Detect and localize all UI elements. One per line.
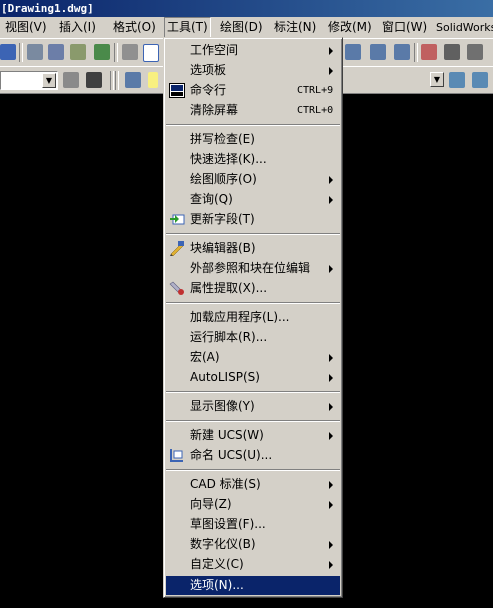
zoom-window-icon[interactable]	[370, 44, 386, 60]
update-fields-icon	[169, 212, 185, 227]
window-title: [Drawing1.dwg]	[1, 2, 94, 15]
menu-item-clean-screen[interactable]: 清除屏幕 CTRL+0	[166, 101, 340, 120]
menu-divider	[166, 302, 340, 304]
tool-palettes-icon[interactable]	[467, 44, 483, 60]
menu-solidworks[interactable]: SolidWorks	[434, 17, 493, 38]
submenu-arrow-icon	[329, 561, 333, 569]
submenu-arrow-icon	[329, 541, 333, 549]
toolbar-separator	[414, 43, 418, 62]
menu-item-draw-order[interactable]: 绘图顺序(O)	[166, 170, 340, 189]
design-center-icon[interactable]	[444, 44, 460, 60]
submenu-arrow-icon	[329, 176, 333, 184]
menu-item-load-application[interactable]: 加载应用程序(L)...	[166, 308, 340, 327]
menu-window[interactable]: 窗口(W)	[380, 17, 429, 38]
menu-item-cad-standards[interactable]: CAD 标准(S)	[166, 475, 340, 494]
menu-divider	[166, 233, 340, 235]
chevron-down-icon[interactable]: ▼	[42, 73, 56, 88]
layer-properties-icon[interactable]	[125, 72, 141, 88]
menu-draw[interactable]: 绘图(D)	[218, 17, 265, 38]
menu-modify[interactable]: 修改(M)	[326, 17, 374, 38]
menu-item-tablet[interactable]: 数字化仪(B)	[166, 535, 340, 554]
submenu-arrow-icon	[329, 481, 333, 489]
menu-divider	[166, 391, 340, 393]
submenu-arrow-icon	[329, 354, 333, 362]
menu-view[interactable]: 视图(V)	[3, 17, 49, 38]
tools-menu: 工作空间 选项板 命令行 CTRL+9 清除屏幕 CTRL+0 拼写检查(E) …	[163, 37, 343, 598]
layer-select[interactable]: ▼	[430, 71, 444, 90]
menu-item-named-ucs[interactable]: 命名 UCS(U)...	[166, 446, 340, 465]
menu-item-wizards[interactable]: 向导(Z)	[166, 495, 340, 514]
submenu-arrow-icon	[329, 432, 333, 440]
properties-icon[interactable]	[421, 44, 437, 60]
save-workspace-icon[interactable]	[86, 72, 102, 88]
menu-item-display-image[interactable]: 显示图像(Y)	[166, 397, 340, 416]
autocad-window: [Drawing1.dwg] 视图(V) 插入(I) 格式(O) 工具(T) 绘…	[0, 0, 493, 608]
menu-insert[interactable]: 插入(I)	[57, 17, 98, 38]
toolbar-separator	[114, 43, 118, 62]
menu-item-xref-block-edit[interactable]: 外部参照和块在位编辑	[166, 259, 340, 278]
copy-icon[interactable]	[143, 44, 159, 62]
layer-previous-icon[interactable]	[472, 72, 488, 88]
menu-item-quick-select[interactable]: 快速选择(K)...	[166, 150, 340, 169]
menu-item-workspaces[interactable]: 工作空间	[166, 41, 340, 60]
menu-item-palettes[interactable]: 选项板	[166, 61, 340, 80]
submenu-arrow-icon	[329, 265, 333, 273]
submenu-arrow-icon	[329, 196, 333, 204]
submenu-arrow-icon	[329, 403, 333, 411]
block-editor-icon	[169, 241, 185, 257]
menu-item-options[interactable]: 选项(N)...	[166, 576, 340, 595]
chevron-down-icon[interactable]: ▼	[430, 72, 444, 87]
menu-tools[interactable]: 工具(T)	[164, 17, 211, 38]
menu-divider	[166, 124, 340, 126]
menu-divider	[166, 420, 340, 422]
workspace-settings-icon[interactable]	[63, 72, 79, 88]
submenu-arrow-icon	[329, 47, 333, 55]
save-icon[interactable]	[0, 44, 16, 60]
menu-item-run-script[interactable]: 运行脚本(R)...	[166, 328, 340, 347]
menu-item-block-editor[interactable]: 块编辑器(B)	[166, 239, 340, 258]
menu-bar: 视图(V) 插入(I) 格式(O) 工具(T) 绘图(D) 标注(N) 修改(M…	[0, 17, 493, 38]
menu-item-autolisp[interactable]: AutoLISP(S)	[166, 368, 340, 387]
toolbar-separator	[110, 71, 114, 90]
cut-icon[interactable]	[122, 44, 138, 60]
menu-item-drafting-settings[interactable]: 草图设置(F)...	[166, 515, 340, 534]
toolbar-separator	[115, 71, 119, 90]
plot-preview-icon[interactable]	[48, 44, 64, 60]
menu-item-command-line[interactable]: 命令行 CTRL+9	[166, 81, 340, 100]
named-ucs-icon	[169, 448, 185, 463]
attribute-extract-icon	[169, 281, 185, 296]
menu-item-new-ucs[interactable]: 新建 UCS(W)	[166, 426, 340, 445]
zoom-previous-icon[interactable]	[394, 44, 410, 60]
menu-item-spell-check[interactable]: 拼写检查(E)	[166, 130, 340, 149]
publish-icon[interactable]	[70, 44, 86, 60]
menu-dimension[interactable]: 标注(N)	[272, 17, 318, 38]
title-bar: [Drawing1.dwg]	[0, 0, 493, 17]
command-line-icon	[169, 83, 185, 98]
menu-item-customize[interactable]: 自定义(C)	[166, 555, 340, 574]
web-icon[interactable]	[94, 44, 110, 60]
submenu-arrow-icon	[329, 501, 333, 509]
toolbar-separator	[19, 43, 23, 62]
print-icon[interactable]	[27, 44, 43, 60]
menu-item-update-fields[interactable]: 更新字段(T)	[166, 210, 340, 229]
menu-format[interactable]: 格式(O)	[111, 17, 158, 38]
make-current-layer-icon[interactable]	[449, 72, 465, 88]
menu-item-attribute-extract[interactable]: 属性提取(X)...	[166, 279, 340, 298]
submenu-arrow-icon	[329, 374, 333, 382]
menu-divider	[166, 469, 340, 471]
menu-item-macro[interactable]: 宏(A)	[166, 348, 340, 367]
workspace-select[interactable]: ▼	[0, 71, 58, 90]
submenu-arrow-icon	[329, 67, 333, 75]
zoom-realtime-icon[interactable]	[345, 44, 361, 60]
menu-item-inquiry[interactable]: 查询(Q)	[166, 190, 340, 209]
layer-on-icon	[148, 72, 158, 88]
